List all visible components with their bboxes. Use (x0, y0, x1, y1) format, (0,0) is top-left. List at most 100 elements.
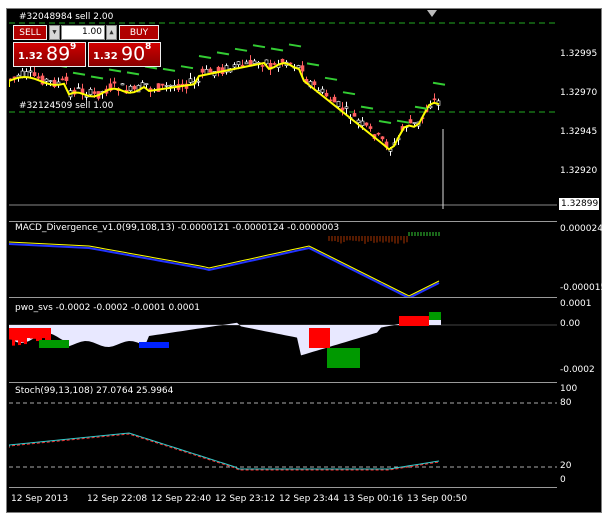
pwo-bar-green (333, 348, 336, 368)
pwo-bar-red (399, 316, 402, 326)
envelope-segment (307, 63, 319, 65)
bid-price-head: 1.32 (18, 51, 43, 62)
time-axis: 12 Sep 2013 12 Sep 22:08 12 Sep 22:40 12… (9, 487, 557, 512)
pwo-bar-red (411, 316, 414, 326)
buy-button[interactable]: BUY (119, 25, 159, 40)
pwo-bar-green (42, 340, 45, 348)
candle-body (169, 85, 172, 86)
candle-body (245, 62, 248, 64)
pwo-bar-blue (154, 342, 157, 348)
ask-price-sup: 8 (145, 42, 151, 52)
price-tick-label: 1.32945 (560, 127, 597, 137)
time-tick-label: 12 Sep 23:12 (215, 494, 275, 504)
pwo-bar-green (345, 348, 348, 368)
price-pane[interactable]: #32048984 sell 2.00 #32124509 sell 1.00 … (9, 9, 557, 222)
price-tick-label: 1.32920 (560, 166, 597, 176)
time-tick-label: 13 Sep 00:16 (343, 494, 403, 504)
order-label-2: #32124509 sell 1.00 (19, 101, 113, 111)
order-label-1: #32048984 sell 2.00 (19, 12, 113, 22)
macd-tick-label: -0.000015 (560, 283, 602, 293)
pwo-bar-red (402, 316, 405, 326)
lot-size-input[interactable]: 1.00 (61, 25, 105, 40)
candle-body (345, 107, 348, 109)
ask-price-big: 90 (121, 43, 145, 65)
candle-body (321, 89, 324, 92)
envelope-segment (181, 66, 193, 68)
pwo-bar-green (336, 348, 339, 368)
ask-price-button[interactable]: 1.32 90 8 (88, 42, 161, 67)
pwo-bar-red (9, 328, 12, 340)
pwo-bar-red (405, 316, 408, 326)
pwo-bar-red (12, 328, 15, 346)
price-tick-label: 1.32970 (560, 88, 597, 98)
envelope-segment (253, 45, 265, 47)
candle-body (89, 89, 92, 94)
current-price-label: 1.32899 (559, 198, 599, 210)
candle-body (369, 127, 372, 129)
pwo-bar-red (30, 328, 33, 339)
macd-signal-line (9, 244, 439, 297)
pwo-bar-green (51, 340, 54, 348)
candle-body (49, 81, 52, 82)
candle-body (273, 63, 276, 64)
candle-body (337, 101, 340, 106)
candle-body (333, 97, 336, 102)
time-tick-label: 12 Sep 22:40 (151, 494, 211, 504)
pwo-bar-red (414, 316, 417, 326)
envelope-segment (91, 76, 103, 78)
stoch-tick-label: 0 (560, 475, 566, 485)
pwo-bar-red (318, 328, 321, 348)
candle-body (301, 66, 304, 71)
time-tick-label: 13 Sep 00:50 (407, 494, 467, 504)
scroll-marker-icon[interactable] (427, 10, 437, 17)
pwo-bar-green (357, 348, 360, 368)
candle-body (361, 121, 364, 126)
envelope-segment (235, 49, 247, 51)
lot-decrease-button[interactable]: ▼ (49, 25, 60, 40)
pwo-bar-blue (148, 342, 151, 348)
candle-body (325, 93, 328, 96)
candle-body (121, 84, 124, 85)
pwo-bar-green (39, 340, 42, 348)
envelope-segment (343, 92, 355, 94)
stoch-tick-label: 20 (560, 461, 571, 471)
pwo-bar-green (354, 348, 357, 368)
pwo-tick-label: 0.00 (560, 319, 580, 329)
pwo-bar-green (60, 340, 63, 348)
pwo-pane[interactable]: pwo_svs -0.0002 -0.0002 -0.0001 0.0001 (9, 298, 557, 383)
candle-body (381, 137, 384, 139)
stoch-title: Stoch(99,13,108) 27.0764 25.9964 (15, 386, 173, 396)
pwo-bar-red (309, 328, 312, 348)
pwo-bar-green (438, 312, 441, 320)
candle-body (237, 62, 240, 65)
pwo-bar-red (27, 328, 30, 338)
pwo-bar-green (48, 340, 51, 348)
pwo-bar-green (429, 312, 432, 320)
time-tick-label: 12 Sep 23:44 (279, 494, 339, 504)
lot-increase-button[interactable]: ▲ (106, 25, 117, 40)
candle-body (161, 84, 164, 85)
candle-body (281, 59, 284, 62)
envelope-segment (199, 56, 211, 58)
pwo-bar-green (351, 348, 354, 368)
candle-body (201, 69, 204, 72)
candle-body (365, 123, 368, 125)
pwo-bar-green (57, 340, 60, 348)
bid-price-button[interactable]: 1.32 89 9 (13, 42, 86, 67)
pwo-bar-red (312, 328, 315, 348)
price-scale: 1.32995 1.32970 1.32945 1.32920 1.32899 (558, 9, 602, 221)
pwo-bar-green (432, 312, 435, 320)
stoch-pane[interactable]: Stoch(99,13,108) 27.0764 25.9964 (9, 383, 557, 487)
sell-button[interactable]: SELL (13, 25, 47, 40)
candle-body (233, 65, 236, 67)
envelope-segment (415, 107, 427, 109)
envelope-segment (163, 69, 175, 71)
pwo-bar-blue (145, 342, 148, 348)
pwo-scale: 0.0001 0.00 -0.0002 (558, 298, 602, 382)
time-tick-label: 12 Sep 22:08 (87, 494, 147, 504)
macd-scale: 0.000024 -0.000015 (558, 222, 602, 297)
candle-body (297, 65, 300, 67)
pwo-bar-red (420, 316, 423, 326)
macd-pane[interactable]: MACD_Divergence_v1.0(99,108,13) -0.00001… (9, 222, 557, 298)
envelope-segment (271, 49, 283, 51)
